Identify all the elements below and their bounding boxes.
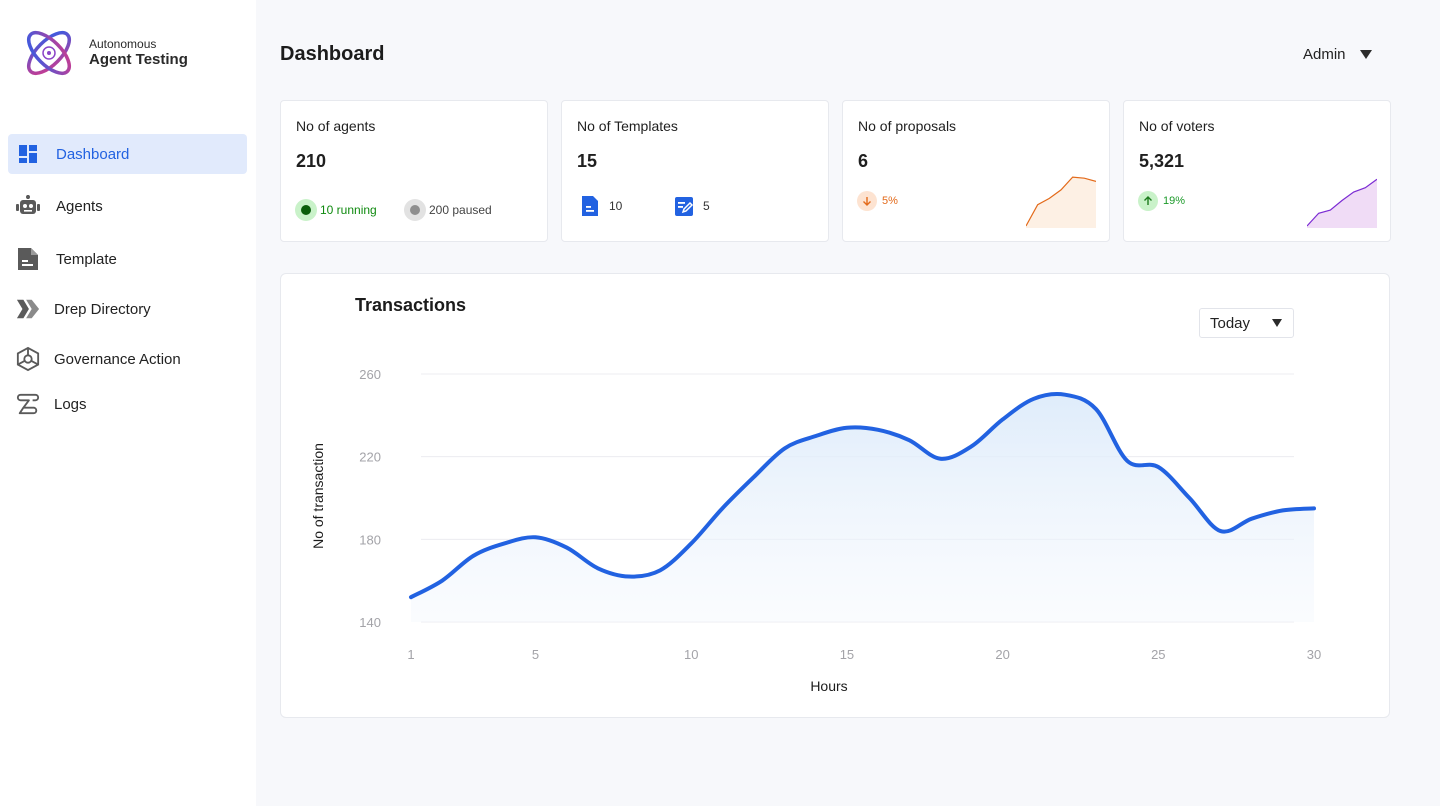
- card-value: 6: [858, 151, 869, 171]
- card-value: 210: [296, 151, 327, 171]
- paused-status: 200 paused: [404, 199, 492, 221]
- voters-sparkline: [1307, 178, 1377, 228]
- document-icon: [16, 247, 40, 271]
- sidebar-item-label: Agents: [56, 197, 103, 215]
- x-tick-label: 5: [532, 647, 539, 662]
- sidebar-item-governance-action[interactable]: Governance Action: [8, 339, 247, 379]
- hexagon-network-icon: [16, 346, 40, 372]
- user-menu[interactable]: Admin: [1303, 46, 1372, 63]
- y-tick-label: 180: [359, 532, 381, 547]
- user-name: Admin: [1303, 46, 1346, 63]
- card-title: No of proposals: [858, 118, 957, 134]
- brand-line-1: Autonomous: [89, 36, 157, 51]
- chevrons-icon: [16, 297, 40, 321]
- sidebar-item-agents[interactable]: Agents: [8, 186, 247, 226]
- voters-trend: 19%: [1138, 191, 1185, 211]
- sidebar-item-label: Logs: [54, 395, 87, 413]
- paused-label: 200 paused: [429, 203, 492, 217]
- x-tick-label: 30: [1307, 647, 1321, 662]
- y-tick-label: 140: [359, 615, 381, 630]
- sidebar-item-label: Dashboard: [56, 145, 130, 163]
- page-title: Dashboard: [280, 43, 385, 65]
- sidebar-item-label: Governance Action: [54, 350, 181, 368]
- proposals-card: No of proposals 6 5%: [842, 100, 1110, 242]
- templates-card: No of Templates 15 10 5: [561, 100, 829, 242]
- card-title: No of voters: [1139, 118, 1215, 134]
- running-dot-icon: [295, 199, 317, 221]
- sidebar-item-logs[interactable]: Logs: [8, 384, 247, 424]
- transactions-chart: 1401802202601 5 10 15 20 25 30HoursNo of trans…: [310, 367, 1321, 694]
- card-title: No of Templates: [577, 118, 678, 134]
- brand-line-2: Agent Testing: [89, 51, 188, 69]
- y-axis-label: No of transaction: [310, 443, 326, 549]
- card-title: No of agents: [296, 118, 376, 134]
- sidebar-item-label: Drep Directory: [54, 300, 151, 318]
- template-edited-count: 5: [703, 199, 710, 213]
- proposals-sparkline: [1026, 176, 1096, 228]
- card-value: 5,321: [1139, 151, 1185, 171]
- sidebar-item-dashboard[interactable]: Dashboard: [8, 134, 247, 174]
- agents-card: No of agents 210 10 running 200 paused: [280, 100, 548, 242]
- template-edited-stat: 5: [674, 195, 710, 217]
- x-axis-label: Hours: [810, 678, 847, 694]
- sidebar-item-template[interactable]: Template: [8, 239, 247, 279]
- card-value: 15: [577, 151, 598, 171]
- sidebar: Autonomous Agent Testing Dashboard Agent…: [0, 0, 256, 806]
- arrow-up-icon: [1138, 191, 1158, 211]
- x-tick-label: 25: [1151, 647, 1165, 662]
- x-tick-label: 20: [995, 647, 1009, 662]
- arrow-down-icon: [857, 191, 877, 211]
- document-icon: [582, 196, 598, 216]
- proposals-trend: 5%: [857, 191, 898, 211]
- edit-document-icon: [675, 197, 694, 216]
- voters-card: No of voters 5,321 19%: [1123, 100, 1391, 242]
- x-tick-label: 10: [684, 647, 698, 662]
- y-tick-label: 260: [359, 367, 381, 382]
- brand-logo[interactable]: Autonomous Agent Testing: [22, 26, 188, 80]
- chevron-down-icon: [1359, 50, 1372, 59]
- running-status: 10 running: [295, 199, 377, 221]
- transactions-panel: Transactions Today 140 180 220 260 1 5 10 15 20 2…: [280, 273, 1390, 718]
- scroll-icon: [16, 392, 40, 416]
- x-tick-label: 15: [840, 647, 854, 662]
- trend-value: 5%: [882, 195, 898, 207]
- sidebar-item-drep-directory[interactable]: Drep Directory: [8, 289, 247, 329]
- dashboard-icon: [16, 142, 40, 166]
- paused-dot-icon: [404, 199, 426, 221]
- running-label: 10 running: [320, 203, 377, 217]
- sparkline-area: [1026, 177, 1096, 228]
- y-tick-label: 220: [359, 450, 381, 465]
- template-docs-count: 10: [609, 199, 623, 213]
- atom-logo-icon: [27, 31, 71, 75]
- trend-value: 19%: [1163, 195, 1186, 207]
- template-docs-stat: 10: [580, 195, 622, 217]
- x-tick-label: 1: [407, 647, 414, 662]
- robot-icon: [16, 194, 40, 218]
- sidebar-item-label: Template: [56, 250, 117, 268]
